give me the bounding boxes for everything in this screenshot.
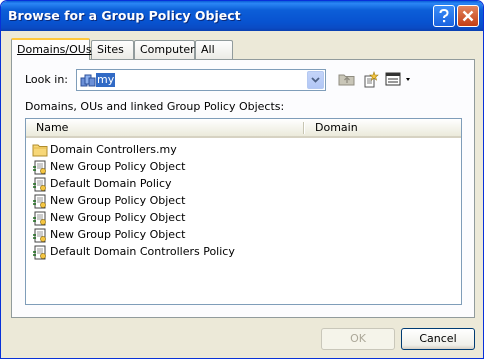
list-rows: Domain Controllers.my New Group Policy O… bbox=[32, 141, 235, 260]
gpo-list-view[interactable]: Name Domain Domain Controllers.my New Gr… bbox=[25, 118, 462, 305]
up-folder-icon[interactable] bbox=[338, 71, 356, 87]
list-header: Name Domain bbox=[26, 119, 461, 138]
tab-sites[interactable]: Sites bbox=[91, 40, 134, 59]
gpo-icon bbox=[33, 160, 46, 174]
ok-button[interactable]: OK bbox=[321, 328, 395, 350]
view-menu-icon[interactable] bbox=[385, 71, 413, 87]
column-header-name[interactable]: Name bbox=[26, 119, 303, 136]
list-item[interactable]: New Group Policy Object bbox=[32, 158, 235, 175]
gpo-icon bbox=[33, 177, 46, 191]
combo-dropdown-button[interactable] bbox=[307, 71, 324, 89]
list-item[interactable]: New Group Policy Object bbox=[32, 226, 235, 243]
gpo-icon bbox=[33, 211, 46, 225]
list-item[interactable]: Domain Controllers.my bbox=[32, 141, 235, 158]
list-item[interactable]: Default Domain Policy bbox=[32, 175, 235, 192]
gpo-icon bbox=[33, 245, 46, 259]
help-button[interactable] bbox=[433, 5, 455, 27]
look-in-combobox[interactable]: my bbox=[76, 69, 326, 91]
column-header-domain[interactable]: Domain bbox=[305, 119, 461, 136]
list-item[interactable]: Default Domain Controllers Policy bbox=[32, 243, 235, 260]
look-in-value: my bbox=[96, 73, 116, 87]
domain-icon bbox=[80, 74, 96, 87]
list-item[interactable]: New Group Policy Object bbox=[32, 192, 235, 209]
tab-computers[interactable]: Computers bbox=[134, 40, 200, 59]
tab-all[interactable]: All bbox=[195, 40, 233, 59]
help-icon bbox=[439, 9, 449, 23]
gpo-icon bbox=[33, 194, 46, 208]
chevron-down-icon bbox=[311, 77, 320, 83]
close-icon bbox=[462, 10, 474, 22]
tab-domains-ous[interactable]: Domains/OUs bbox=[11, 38, 92, 60]
list-item[interactable]: New Group Policy Object bbox=[32, 209, 235, 226]
look-in-label: Look in: bbox=[25, 73, 68, 86]
title-bar[interactable]: Browse for a Group Policy Object bbox=[1, 1, 483, 31]
close-button[interactable] bbox=[457, 5, 479, 27]
new-gpo-icon[interactable] bbox=[361, 71, 379, 89]
list-caption: Domains, OUs and linked Group Policy Obj… bbox=[25, 100, 285, 113]
folder-icon bbox=[32, 144, 48, 156]
cancel-button[interactable]: Cancel bbox=[401, 328, 475, 350]
browse-gpo-dialog: Browse for a Group Policy Object Domains… bbox=[0, 0, 484, 359]
dialog-title: Browse for a Group Policy Object bbox=[8, 8, 241, 23]
gpo-icon bbox=[33, 228, 46, 242]
